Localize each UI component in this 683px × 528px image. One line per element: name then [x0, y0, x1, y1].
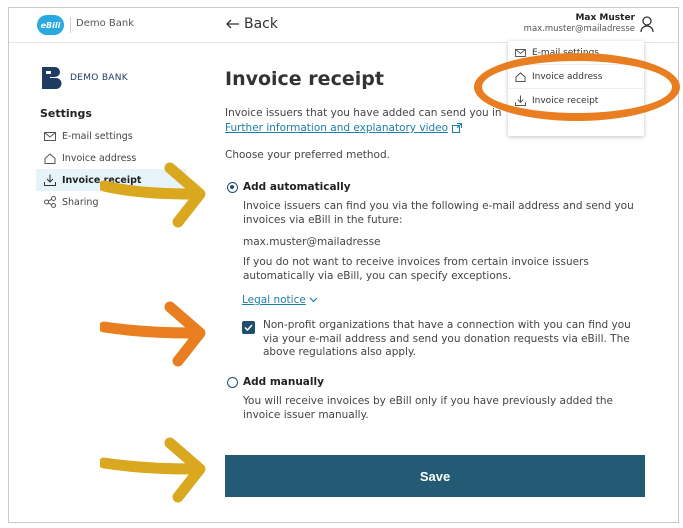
share-icon — [44, 196, 56, 208]
highlight-ellipse-annotation — [474, 53, 680, 121]
info-link[interactable]: Further information and explanatory vide… — [225, 122, 463, 134]
header-divider — [70, 17, 71, 33]
legal-notice-link[interactable]: Legal notice — [242, 294, 318, 306]
back-label: Back — [244, 16, 278, 32]
exceptions-text: If you do not want to receive invoices f… — [243, 256, 589, 282]
page-title: Invoice receipt — [225, 68, 384, 90]
arrow-left-icon — [226, 19, 239, 29]
option-auto-label[interactable]: Add automatically — [243, 181, 351, 193]
envelope-icon — [515, 48, 526, 57]
home-icon — [44, 152, 56, 164]
user-icon[interactable] — [640, 16, 654, 32]
option-manual-label[interactable]: Add manually — [243, 376, 324, 388]
legal-notice-label: Legal notice — [242, 294, 306, 306]
nonprofit-text: Non-profit organizations that have a con… — [263, 319, 631, 358]
sidebar-item-label: E-mail settings — [62, 130, 133, 142]
choose-method-text: Choose your preferred method. — [225, 149, 390, 161]
radio-add-manually[interactable] — [227, 377, 238, 388]
checkmark-icon — [244, 324, 253, 331]
external-link-icon — [452, 123, 463, 133]
orange-arrow-annotation — [100, 301, 206, 367]
envelope-icon — [44, 131, 56, 141]
info-link-label: Further information and explanatory vide… — [225, 122, 449, 134]
bank-logo-icon — [42, 67, 62, 89]
option-auto-description: Invoice issuers can find you via the fol… — [243, 200, 634, 226]
bank-name: Demo Bank — [76, 18, 135, 29]
nonprofit-checkbox[interactable] — [242, 321, 255, 334]
sidebar-item-email-settings[interactable]: E-mail settings — [36, 125, 186, 147]
user-name: Max Muster — [575, 13, 635, 23]
back-button[interactable]: Back — [226, 16, 278, 32]
auto-email-address: max.muster@mailadresse — [243, 236, 381, 248]
settings-heading: Settings — [40, 107, 92, 120]
option-manual-description: You will receive invoices by eBill only … — [243, 395, 614, 421]
ebill-logo[interactable]: eBill — [37, 15, 64, 35]
intro-text: Invoice issuers that you have added can … — [225, 107, 502, 119]
yellow-arrow-annotation — [100, 437, 206, 503]
demo-bank-logo: DEMO BANK — [42, 67, 128, 89]
sidebar-item-label: Sharing — [62, 196, 99, 208]
chevron-down-icon — [309, 297, 318, 303]
user-menu[interactable]: Max Muster max.muster@mailadresse — [524, 13, 635, 35]
radio-add-automatically[interactable] — [227, 182, 238, 193]
top-bar: eBill Demo Bank Back Max Muster max.must… — [9, 8, 678, 43]
user-email: max.muster@mailadresse — [523, 24, 635, 34]
yellow-arrow-annotation — [100, 162, 206, 228]
inbox-download-icon — [44, 174, 56, 186]
save-button[interactable]: Save — [225, 455, 645, 497]
bank-logo-text: DEMO BANK — [70, 73, 128, 83]
